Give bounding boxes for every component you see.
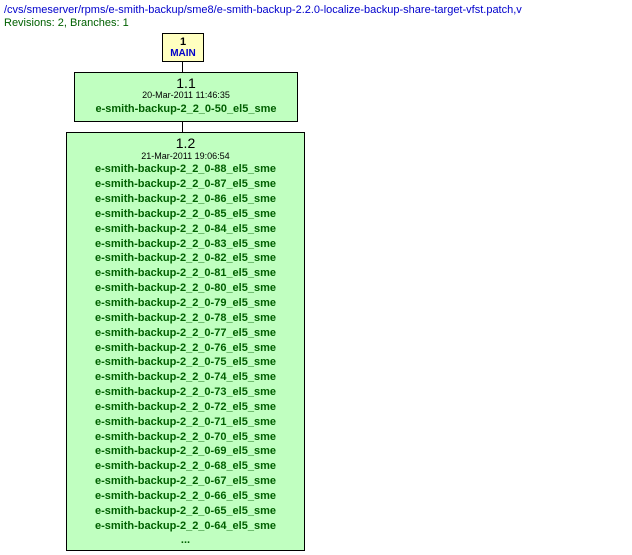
revision-tag: e-smith-backup-2_2_0-88_el5_sme xyxy=(71,162,300,177)
revision-tag: e-smith-backup-2_2_0-81_el5_sme xyxy=(71,266,300,281)
revision-tag: e-smith-backup-2_2_0-70_el5_sme xyxy=(71,430,300,445)
revision-tag: e-smith-backup-2_2_0-82_el5_sme xyxy=(71,251,300,266)
revisions-info: Revisions: 2, Branches: 1 xyxy=(4,17,632,29)
file-path: /cvs/smeserver/rpms/e-smith-backup/sme8/… xyxy=(4,4,632,16)
revision-tag: e-smith-backup-2_2_0-83_el5_sme xyxy=(71,237,300,252)
revision-tag: e-smith-backup-2_2_0-68_el5_sme xyxy=(71,459,300,474)
revision-tag: e-smith-backup-2_2_0-50_el5_sme xyxy=(79,102,293,117)
graph-connector xyxy=(182,122,183,132)
branch-root-node[interactable]: 1 MAIN xyxy=(162,33,204,62)
revision-number: 1.1 xyxy=(79,76,293,91)
revision-tag: e-smith-backup-2_2_0-74_el5_sme xyxy=(71,370,300,385)
revision-number: 1.2 xyxy=(71,136,300,151)
revision-tag: e-smith-backup-2_2_0-80_el5_sme xyxy=(71,281,300,296)
revision-tag: e-smith-backup-2_2_0-87_el5_sme xyxy=(71,177,300,192)
revision-tag: e-smith-backup-2_2_0-67_el5_sme xyxy=(71,474,300,489)
branch-number: 1 xyxy=(163,37,203,48)
revision-tag: e-smith-backup-2_2_0-76_el5_sme xyxy=(71,341,300,356)
revision-tag: e-smith-backup-2_2_0-85_el5_sme xyxy=(71,207,300,222)
revision-tag: e-smith-backup-2_2_0-72_el5_sme xyxy=(71,400,300,415)
branch-label: MAIN xyxy=(163,48,203,59)
revision-graph: 1 MAIN 1.1 20-Mar-2011 11:46:35 e-smith-… xyxy=(54,33,632,551)
revision-date: 21-Mar-2011 19:06:54 xyxy=(71,152,300,162)
revision-node-12[interactable]: 1.2 21-Mar-2011 19:06:54 e-smith-backup-… xyxy=(66,132,305,550)
revision-tag: e-smith-backup-2_2_0-66_el5_sme xyxy=(71,489,300,504)
revision-date: 20-Mar-2011 11:46:35 xyxy=(79,91,293,101)
revision-tag: e-smith-backup-2_2_0-64_el5_sme xyxy=(71,519,300,534)
revision-tag: e-smith-backup-2_2_0-71_el5_sme xyxy=(71,415,300,430)
revision-tag: e-smith-backup-2_2_0-84_el5_sme xyxy=(71,222,300,237)
revision-tag: e-smith-backup-2_2_0-73_el5_sme xyxy=(71,385,300,400)
revision-tag: e-smith-backup-2_2_0-86_el5_sme xyxy=(71,192,300,207)
revision-tag: e-smith-backup-2_2_0-69_el5_sme xyxy=(71,444,300,459)
revision-tag: e-smith-backup-2_2_0-78_el5_sme xyxy=(71,311,300,326)
revision-tag: e-smith-backup-2_2_0-79_el5_sme xyxy=(71,296,300,311)
revision-node-11[interactable]: 1.1 20-Mar-2011 11:46:35 e-smith-backup-… xyxy=(74,72,298,122)
revision-tag: e-smith-backup-2_2_0-77_el5_sme xyxy=(71,326,300,341)
ellipsis-icon: ... xyxy=(71,534,300,546)
revision-tag: e-smith-backup-2_2_0-75_el5_sme xyxy=(71,355,300,370)
graph-connector xyxy=(182,62,183,72)
revision-tag: e-smith-backup-2_2_0-65_el5_sme xyxy=(71,504,300,519)
revision-tags-list: e-smith-backup-2_2_0-88_el5_smee-smith-b… xyxy=(71,162,300,533)
